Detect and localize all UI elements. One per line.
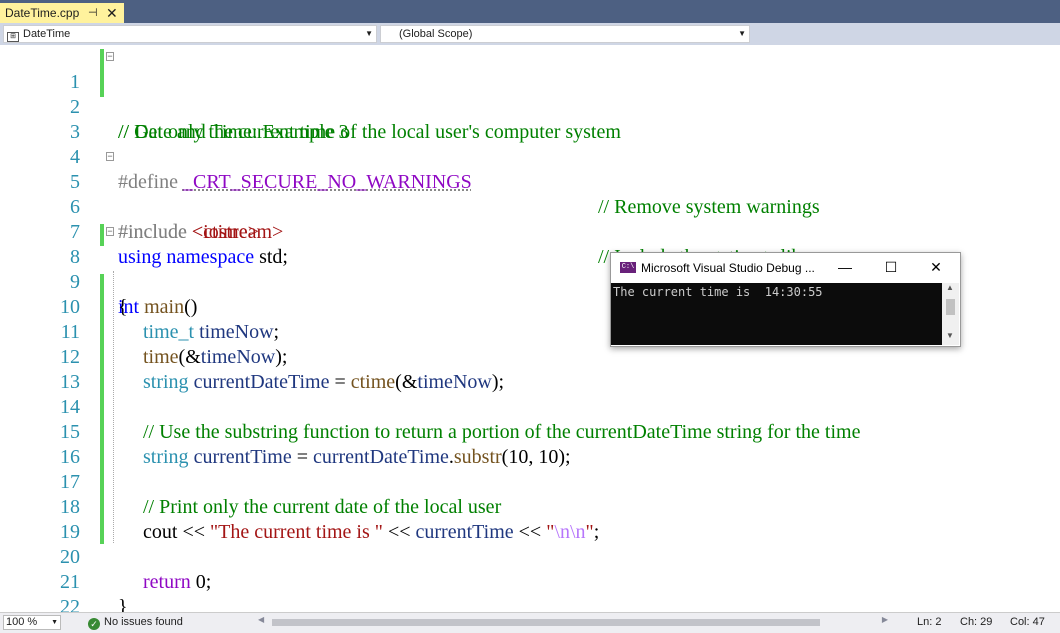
zoom-dropdown[interactable]: 100 % ▼ <box>3 615 61 630</box>
pin-icon[interactable]: ⊣ <box>88 3 98 23</box>
project-icon: ⊞ <box>7 32 19 42</box>
collapse-icon[interactable]: − <box>106 152 114 161</box>
debug-console-window[interactable]: C:\ Microsoft Visual Studio Debug ... — … <box>610 252 961 347</box>
code-line-22: 22 <box>0 570 1060 612</box>
code-line-15: 15 string currentTime = currentDateTime.… <box>0 395 1060 468</box>
code-line-20: 20 return 0; <box>0 520 1060 593</box>
line-indicator[interactable]: Ln: 2 <box>917 613 941 632</box>
code-line-8: 8 − int main() <box>0 220 1060 319</box>
console-output-text: The current time is 14:30:55 <box>613 285 823 299</box>
document-tab-strip: DateTime.cpp ⊣ ✕ <box>0 0 1060 23</box>
horizontal-scrollbar[interactable]: ◀ ▶ <box>258 615 888 627</box>
code-line-17: 17 // Print only the current date of the… <box>0 445 1060 518</box>
console-title-bar[interactable]: C:\ Microsoft Visual Studio Debug ... — … <box>611 253 960 283</box>
zoom-level: 100 % <box>6 616 38 628</box>
scrollbar-thumb[interactable] <box>946 299 955 315</box>
chevron-down-icon: ▼ <box>738 29 746 38</box>
console-scrollbar[interactable]: ▲ ▼ <box>942 283 959 345</box>
chevron-down-icon: ▼ <box>51 619 58 626</box>
code-line-21: 21 } <box>0 545 1060 612</box>
code-line-2: 2 // Get only the current time of the lo… <box>0 70 1060 143</box>
code-line-4: 4 #define _CRT_SECURE_NO_WARNINGS // Rem… <box>0 120 1060 218</box>
code-line-16: 16 <box>0 420 1060 468</box>
console-title: Microsoft Visual Studio Debug ... <box>641 261 815 275</box>
char-indicator[interactable]: Ch: 29 <box>960 613 992 632</box>
project-dropdown[interactable]: ⊞ DateTime ▼ <box>3 25 377 43</box>
chevron-down-icon: ▼ <box>365 29 373 38</box>
close-tab-icon[interactable]: ✕ <box>106 3 118 23</box>
close-button[interactable]: ✕ <box>913 253 959 283</box>
scope-dropdown-label: (Global Scope) <box>399 28 473 40</box>
scope-dropdown[interactable]: (Global Scope) ▼ <box>380 25 750 43</box>
minimize-button[interactable]: — <box>822 253 868 283</box>
column-indicator[interactable]: Col: 47 <box>1010 613 1045 632</box>
issues-label: No issues found <box>104 616 183 628</box>
tab-datetime-cpp[interactable]: DateTime.cpp ⊣ ✕ <box>0 3 124 23</box>
code-line-13: 13 <box>0 345 1060 393</box>
code-line-14: 14 // Use the substring function to retu… <box>0 370 1060 443</box>
maximize-button[interactable]: ☐ <box>868 253 914 283</box>
code-line-23: 23 <box>0 595 1060 612</box>
tab-label: DateTime.cpp <box>5 6 80 20</box>
code-line-18: 18 cout << "The current time is " << cur… <box>0 470 1060 543</box>
console-app-icon: C:\ <box>620 262 636 273</box>
scroll-up-icon[interactable]: ▲ <box>946 283 954 292</box>
scroll-right-icon[interactable]: ▶ <box>882 615 888 624</box>
scroll-down-icon[interactable]: ▼ <box>946 331 954 340</box>
project-dropdown-label: DateTime <box>23 28 71 40</box>
code-line-7: 7 using namespace std; <box>0 195 1060 268</box>
issues-indicator[interactable]: ✓ No issues found <box>88 613 183 632</box>
code-line-6: 6 #include <ctime> // Include the <ctime… <box>0 170 1060 268</box>
editor-status-bar: 100 % ▼ ✓ No issues found ◀ ▶ Ln: 2 Ch: 2… <box>0 612 1060 633</box>
collapse-icon[interactable]: − <box>106 227 114 236</box>
scrollbar-thumb[interactable] <box>272 619 820 626</box>
scroll-left-icon[interactable]: ◀ <box>258 615 264 624</box>
code-line-5: 5 − #include <iostream> <box>0 145 1060 244</box>
code-line-1: 1 − // Date and Time: Example 3 <box>0 45 1060 144</box>
code-line-3: 3 <box>0 95 1060 143</box>
console-output-area[interactable]: The current time is 14:30:55 <box>611 283 942 345</box>
check-icon: ✓ <box>88 618 100 630</box>
code-line-19: 19 <box>0 495 1060 543</box>
collapse-icon[interactable]: − <box>106 52 114 61</box>
navigation-bar: ⊞ DateTime ▼ (Global Scope) ▼ <box>0 23 1060 46</box>
